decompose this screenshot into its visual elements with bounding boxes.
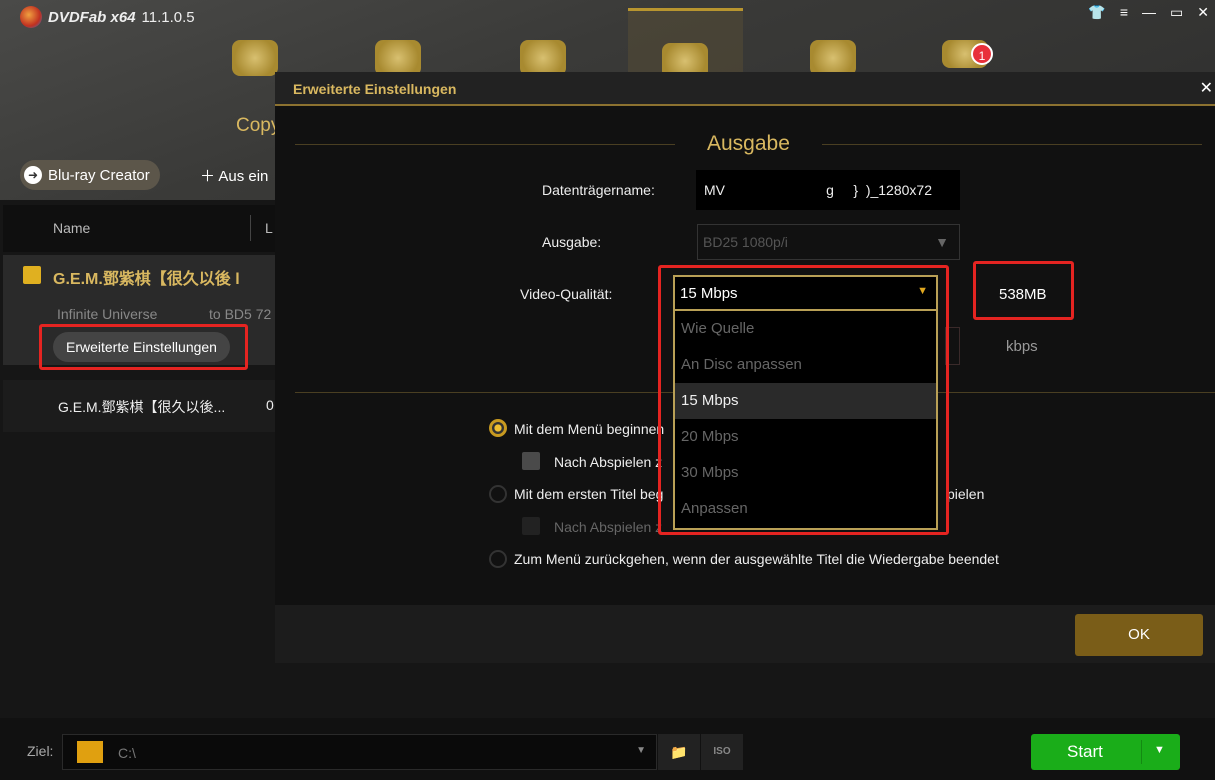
target-select[interactable]: C:\ ▼ [62, 734, 657, 770]
nav-ripper-icon[interactable] [375, 40, 421, 76]
output-select[interactable]: BD25 1080p/i ▼ [697, 224, 960, 260]
ok-button[interactable]: OK [1075, 614, 1203, 656]
logo-icon [20, 6, 42, 28]
quality-dropdown[interactable]: 15 Mbps ▼ Wie Quelle An Disc anpassen 15 … [673, 275, 938, 530]
nav-boost-icon[interactable] [810, 40, 856, 76]
option-an-disc[interactable]: An Disc anpassen [675, 347, 936, 383]
nav-creator-tab[interactable] [628, 8, 743, 79]
option-20mbps[interactable]: 20 Mbps [675, 419, 936, 455]
quality-options: Wie Quelle An Disc anpassen 15 Mbps 20 M… [675, 311, 936, 527]
dialog-footer [275, 605, 1215, 663]
blu-ray-creator-button[interactable]: ➜ Blu-ray Creator [20, 160, 160, 190]
chevron-down-icon: ▼ [917, 285, 928, 297]
quality-label: Video-Qualität: [520, 286, 613, 302]
option-anpassen[interactable]: Anpassen [675, 491, 936, 527]
start-button[interactable]: Start ▼ [1031, 734, 1180, 770]
option-wie-quelle[interactable]: Wie Quelle [675, 311, 936, 347]
target-value: C:\ [118, 745, 136, 761]
option-15mbps[interactable]: 15 Mbps [675, 383, 936, 419]
chevron-down-icon: ▼ [636, 745, 646, 756]
app-logo: DVDFab x64 11.1.0.5 [20, 6, 195, 28]
creator-label: Blu-ray Creator [48, 166, 150, 184]
brand: DVDFab x64 [48, 8, 136, 26]
title-row[interactable]: G.E.M.鄧紫棋【很久以後... 0 [3, 380, 275, 432]
checkbox-opt2[interactable] [522, 517, 540, 535]
opt2-sub-label: Nach Abspielen z [554, 519, 663, 535]
copy-label: Copy [236, 115, 281, 136]
arrow-icon: ➜ [24, 166, 42, 184]
iso-icon[interactable]: ISO [701, 734, 743, 770]
estimated-size: 538MB [999, 286, 1047, 303]
maximize-icon[interactable]: ▭ [1170, 4, 1183, 21]
task-row[interactable]: G.E.M.鄧紫棋【很久以後 l Infinite Universe to BD… [3, 255, 275, 370]
task-title: G.E.M.鄧紫棋【很久以後 l [53, 271, 240, 288]
close-icon[interactable]: ✕ [1197, 4, 1209, 21]
quality-value: 15 Mbps [680, 285, 738, 302]
divider [250, 215, 251, 241]
dialog-title: Erweiterte Einstellungen [275, 72, 1215, 106]
dialog-close-icon[interactable]: ✕ [1200, 78, 1213, 98]
nav-converter-icon[interactable] [520, 40, 566, 76]
divider [1141, 740, 1142, 764]
radio-start-menu[interactable] [489, 419, 507, 437]
section-title: Ausgabe [707, 132, 790, 155]
list-header: Name L [3, 205, 275, 252]
nav-copy-icon[interactable] [232, 40, 278, 76]
task-source: Infinite Universe [57, 306, 158, 322]
output-label: Ausgabe: [542, 234, 602, 250]
add-button[interactable]: ＋ Aus ein [200, 165, 268, 186]
opt1-sub-label: Nach Abspielen z [554, 454, 663, 470]
skin-icon[interactable]: 👕 [1088, 4, 1105, 21]
advanced-settings-dialog: Erweiterte Einstellungen ✕ Ausgabe Daten… [275, 72, 1215, 663]
divider [822, 144, 1202, 145]
start-label: Start [1067, 742, 1103, 761]
advanced-settings-button[interactable]: Erweiterte Einstellungen [53, 332, 230, 362]
version: 11.1.0.5 [141, 8, 195, 26]
footer-bar: Ziel: C:\ ▼ 📁 ISO Start ▼ [0, 718, 1215, 780]
add-label: Aus ein [218, 168, 269, 185]
start-dropdown-icon[interactable]: ▼ [1154, 744, 1165, 756]
browse-folder-icon[interactable]: 📁 [658, 734, 700, 770]
task-target: to BD5 72 [209, 306, 272, 322]
folder-icon [77, 741, 103, 763]
notification-badge: 1 [971, 43, 993, 65]
opt3-label: Zum Menü zurückgehen, wenn der ausgewähl… [514, 551, 999, 567]
checkbox-opt1[interactable] [522, 452, 540, 470]
chevron-down-icon: ▼ [935, 234, 949, 250]
sub-title: G.E.M.鄧紫棋【很久以後... [58, 399, 226, 415]
col-name[interactable]: Name [53, 220, 90, 236]
output-value: BD25 1080p/i [703, 234, 788, 250]
disc-name-label: Datenträgername: [542, 182, 655, 198]
col-2[interactable]: L [265, 220, 273, 236]
divider [295, 144, 675, 145]
option-30mbps[interactable]: 30 Mbps [675, 455, 936, 491]
opt2-end: pielen [947, 486, 985, 502]
minimize-icon[interactable]: — [1142, 4, 1156, 21]
radio-first-title[interactable] [489, 485, 507, 503]
sub-value: 0 [266, 397, 274, 413]
menu-icon[interactable]: ≡ [1120, 4, 1128, 21]
opt2-label: Mit dem ersten Titel beg [514, 486, 664, 502]
opt1-label: Mit dem Menü beginnen [514, 421, 665, 437]
kbps-label: kbps [1006, 338, 1038, 355]
quality-select[interactable]: 15 Mbps ▼ [675, 277, 936, 311]
disc-name-input[interactable]: MV g } )_1280x72 [696, 170, 960, 210]
collapse-icon[interactable] [23, 266, 41, 284]
target-label: Ziel: [27, 743, 54, 759]
radio-return-menu[interactable] [489, 550, 507, 568]
